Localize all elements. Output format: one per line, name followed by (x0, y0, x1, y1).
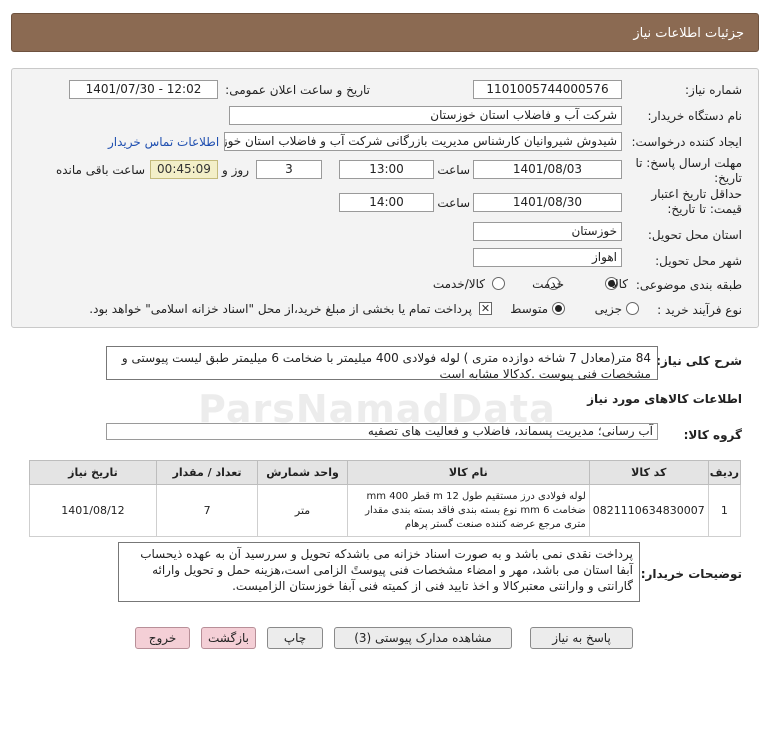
col-code: کد کالا (588, 460, 709, 485)
buyer-org-label: نام دستگاه خریدار: (647, 109, 743, 123)
validity-date-field[interactable]: 1401/08/30 (473, 193, 622, 212)
remaining-label: ساعت باقی مانده (55, 163, 145, 177)
category-goods-service-radio[interactable] (492, 277, 505, 290)
attachments-button[interactable]: مشاهده مدارک پیوستی (3) (334, 627, 512, 649)
process-minor-label: جزیی (594, 302, 622, 316)
row-quantity: 7 (155, 484, 259, 537)
province-field[interactable]: خوزستان (473, 222, 622, 241)
reply-date-field[interactable]: 1401/08/03 (473, 160, 622, 179)
requester-field[interactable]: شیدوش شیروانیان کارشناس مدیریت بازرگانی … (224, 132, 622, 151)
buyer-org-field[interactable]: شرکت آب و فاضلاب استان خوزستان (229, 106, 622, 125)
process-label: نوع فرآیند خرید : (657, 303, 742, 317)
back-button[interactable]: بازگشت (201, 627, 256, 649)
treasury-payment-note: پرداخت تمام یا بخشی از مبلغ خرید،از محل … (89, 302, 472, 316)
row-date: 1401/08/12 (29, 484, 157, 537)
validity-label-date: قیمت: تا تاریخ: (667, 202, 742, 216)
remaining-time-field: 00:45:09 (150, 160, 218, 179)
col-date: تاریخ نیاز (29, 460, 157, 485)
goods-section-title: اطلاعات کالاهای مورد نیاز (587, 392, 742, 406)
city-label: شهر محل تحویل: (655, 254, 742, 268)
col-index: ردیف (707, 460, 742, 485)
goods-table-header: ردیف کد کالا نام کالا واحد شمارش تعداد /… (29, 460, 742, 485)
print-button[interactable]: چاپ (267, 627, 323, 649)
reply-time-label: ساعت (437, 163, 470, 177)
summary-text: 84 متر(معادل 7 شاخه دوازده متری ) لوله ف… (106, 346, 658, 381)
goods-table: ردیف کد کالا نام کالا واحد شمارش تعداد /… (29, 460, 742, 537)
treasury-payment-checkbox[interactable]: ✕ (479, 302, 492, 315)
days-label: روز و (222, 163, 249, 177)
validity-label: حداقل تاریخ اعتبار (651, 187, 742, 201)
page-header: جزئیات اطلاعات نیاز (11, 13, 759, 52)
page-title: جزئیات اطلاعات نیاز (633, 26, 744, 41)
reply-deadline-label: مهلت ارسال پاسخ: تا (635, 156, 742, 170)
buyer-notes-text: پرداخت نقدی نمی باشد و به صورت اسناد خزا… (118, 542, 640, 602)
category-goods-label: کالا (611, 277, 628, 291)
need-number-label: شماره نیاز: (685, 83, 742, 97)
validity-time-field[interactable]: 14:00 (339, 193, 434, 212)
reply-time-field[interactable]: 13:00 (339, 160, 434, 179)
row-name: لوله فولادی درز مستقیم طول m 12 قطر mm 4… (346, 484, 590, 537)
buyer-notes-label: توضیحات خریدار: (640, 567, 742, 581)
reply-deadline-label-date: تاریخ: (714, 171, 742, 185)
col-quantity: تعداد / مقدار (155, 460, 259, 485)
process-medium-label: متوسط (510, 302, 548, 316)
days-field[interactable]: 3 (256, 160, 322, 179)
announce-label: تاریخ و ساعت اعلان عمومی: (225, 83, 370, 97)
row-unit: متر (257, 484, 348, 537)
col-unit: واحد شمارش (257, 460, 348, 485)
announce-datetime-field[interactable]: 1401/07/30 - 12:02 (69, 80, 218, 99)
city-field[interactable]: اهواز (473, 248, 622, 267)
col-name: نام کالا (346, 460, 590, 485)
validity-time-label: ساعت (437, 196, 470, 210)
table-row: 1 0821110634830007 لوله فولادی درز مستقی… (29, 484, 742, 537)
category-goods-service-label: کالا/خدمت (432, 277, 485, 291)
row-code: 0821110634830007 (588, 484, 709, 537)
summary-label: شرح کلی نیاز: (656, 354, 742, 368)
province-label: استان محل تحویل: (647, 228, 742, 242)
process-minor-radio[interactable] (626, 302, 639, 315)
need-number-field[interactable]: 1101005744000576 (473, 80, 622, 99)
row-index: 1 (707, 484, 742, 537)
goods-group-field[interactable]: آب رسانی؛ مدیریت پسماند، فاضلاب و فعالیت… (106, 423, 658, 440)
category-service-label: خدمت (532, 277, 564, 291)
exit-button[interactable]: خروج (135, 627, 190, 649)
process-medium-radio[interactable] (552, 302, 565, 315)
requester-label: ایجاد کننده درخواست: (631, 135, 742, 149)
buyer-contact-link[interactable]: اطلاعات تماس خریدار (108, 135, 219, 149)
category-label: طبقه بندی موضوعی: (635, 278, 742, 292)
reply-button[interactable]: پاسخ به نیاز (530, 627, 633, 649)
goods-group-label: گروه کالا: (683, 428, 742, 442)
